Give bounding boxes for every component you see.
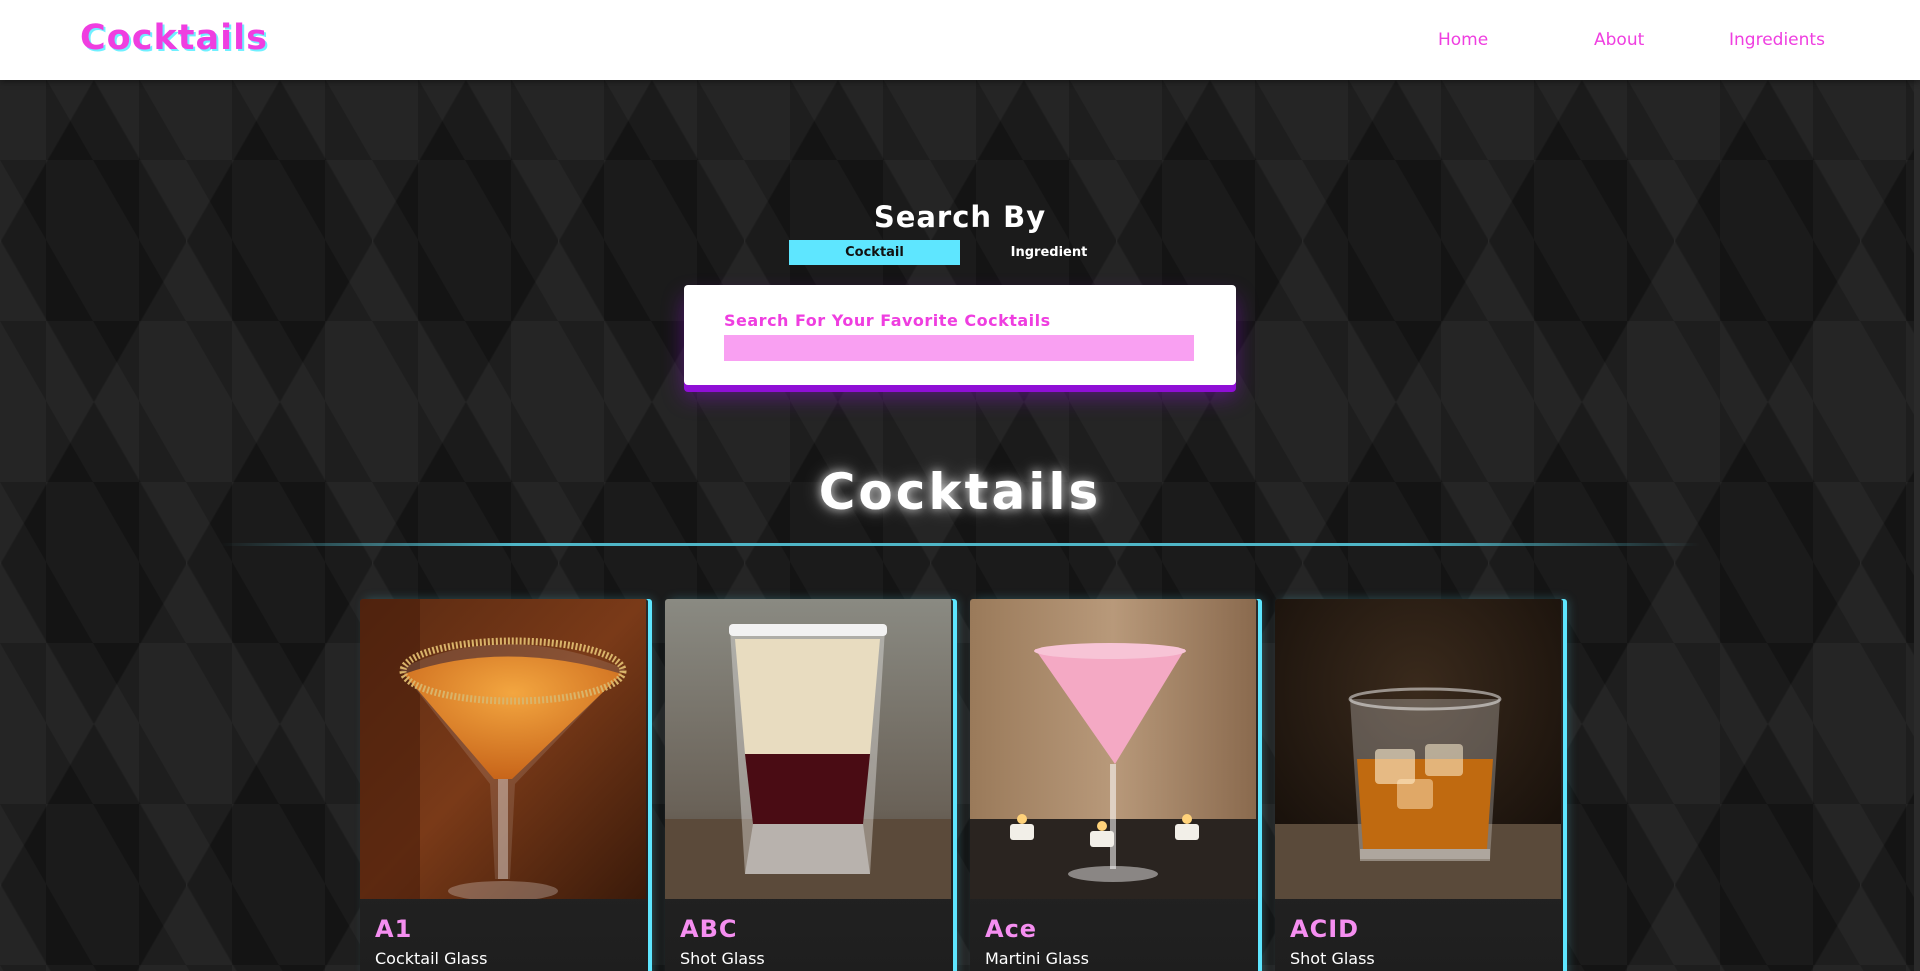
- cocktail-card[interactable]: ABC Shot Glass: [665, 599, 953, 971]
- navbar: Cocktails Home About Ingredients: [0, 0, 1920, 80]
- nav-link-ingredients[interactable]: Ingredients: [1729, 30, 1825, 50]
- search-by-heading: Search By: [873, 200, 1047, 234]
- site-logo[interactable]: Cocktails: [80, 18, 268, 58]
- nav-link-about[interactable]: About: [1594, 30, 1644, 50]
- cocktails-section-title: Cocktails: [818, 463, 1102, 521]
- search-by-ingredient-button[interactable]: Ingredient: [968, 240, 1130, 265]
- search-form: Search For Your Favorite Cocktails: [684, 285, 1236, 385]
- cocktail-glass: Martini Glass: [985, 949, 1089, 968]
- cocktail-name: ACID: [1290, 915, 1360, 943]
- cocktail-card[interactable]: A1 Cocktail Glass: [360, 599, 648, 971]
- search-input[interactable]: [724, 335, 1194, 361]
- cocktail-glass: Shot Glass: [680, 949, 765, 968]
- cocktail-image: [665, 599, 951, 899]
- page-scrollbar[interactable]: [1914, 80, 1920, 971]
- cocktail-image: [1275, 599, 1561, 899]
- cocktail-image: [360, 599, 646, 899]
- cocktail-image: [970, 599, 1256, 899]
- cocktail-glass: Cocktail Glass: [375, 949, 488, 968]
- cocktail-name: ABC: [680, 915, 738, 943]
- cocktail-name: Ace: [985, 915, 1038, 943]
- cocktail-name: A1: [375, 915, 413, 943]
- section-underline: [220, 543, 1700, 546]
- nav-link-home[interactable]: Home: [1438, 30, 1488, 50]
- cocktail-glass: Shot Glass: [1290, 949, 1375, 968]
- search-by-cocktail-button[interactable]: Cocktail: [789, 240, 960, 265]
- search-label: Search For Your Favorite Cocktails: [724, 311, 1051, 330]
- cocktail-card[interactable]: ACID Shot Glass: [1275, 599, 1563, 971]
- cocktail-card[interactable]: Ace Martini Glass: [970, 599, 1258, 971]
